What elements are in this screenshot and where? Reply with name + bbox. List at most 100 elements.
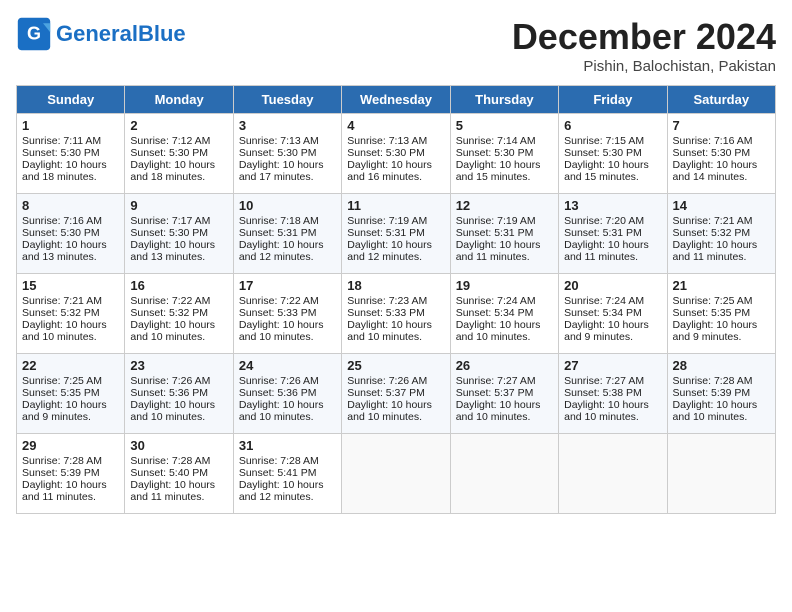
day-number: 3	[239, 118, 336, 133]
sunrise-text: Sunrise: 7:17 AM	[130, 215, 210, 227]
sunrise-text: Sunrise: 7:21 AM	[22, 295, 102, 307]
sunset-text: Sunset: 5:38 PM	[564, 387, 642, 399]
sunset-text: Sunset: 5:34 PM	[456, 307, 534, 319]
sunset-text: Sunset: 5:31 PM	[564, 227, 642, 239]
daylight-label: Daylight: 10 hours and 10 minutes.	[239, 399, 324, 423]
table-row: 29Sunrise: 7:28 AMSunset: 5:39 PMDayligh…	[17, 434, 125, 514]
day-number: 24	[239, 358, 336, 373]
day-number: 22	[22, 358, 119, 373]
sunrise-text: Sunrise: 7:28 AM	[673, 375, 753, 387]
table-row: 15 Sunrise: 7:21 AMSunset: 5:32 PMDayligh…	[17, 274, 125, 354]
table-row: 13Sunrise: 7:20 AMSunset: 5:31 PMDayligh…	[559, 194, 667, 274]
sunset-text: Sunset: 5:34 PM	[564, 307, 642, 319]
sunrise-text: Sunrise: 7:13 AM	[239, 135, 319, 147]
calendar-table: Sunday Monday Tuesday Wednesday Thursday…	[16, 85, 776, 514]
col-thursday: Thursday	[450, 86, 558, 114]
daylight-label: Daylight: 10 hours and 10 minutes.	[239, 319, 324, 343]
sunrise-text: Sunrise: 7:14 AM	[456, 135, 536, 147]
sunset-text: Sunset: 5:39 PM	[673, 387, 751, 399]
location: Pishin, Balochistan, Pakistan	[512, 58, 776, 75]
daylight-label: Daylight: 10 hours and 18 minutes.	[22, 159, 107, 183]
sunrise-text: Sunrise: 7:16 AM	[673, 135, 753, 147]
table-row: 22Sunrise: 7:25 AMSunset: 5:35 PMDayligh…	[17, 354, 125, 434]
day-number: 8	[22, 198, 119, 213]
daylight-label: Daylight: 10 hours and 10 minutes.	[22, 319, 107, 343]
daylight-label: Daylight: 10 hours and 14 minutes.	[673, 159, 758, 183]
page-header: G GeneralBlue December 2024 Pishin, Balo…	[16, 16, 776, 75]
daylight-label: Daylight: 10 hours and 10 minutes.	[130, 399, 215, 423]
sunrise-text: Sunrise: 7:23 AM	[347, 295, 427, 307]
sunrise-text: Sunrise: 7:13 AM	[347, 135, 427, 147]
daylight-label: Daylight: 10 hours and 10 minutes.	[673, 399, 758, 423]
day-number: 1	[22, 118, 119, 133]
table-row: 2Sunrise: 7:12 AMSunset: 5:30 PMDaylight…	[125, 114, 233, 194]
logo: G GeneralBlue	[16, 16, 186, 52]
sunset-text: Sunset: 5:30 PM	[130, 227, 208, 239]
day-number: 17	[239, 278, 336, 293]
sunset-text: Sunset: 5:41 PM	[239, 467, 317, 479]
day-number: 29	[22, 438, 119, 453]
daylight-label: Daylight: 10 hours and 11 minutes.	[22, 479, 107, 503]
day-number: 31	[239, 438, 336, 453]
sunrise-text: Sunrise: 7:27 AM	[456, 375, 536, 387]
sunrise-text: Sunrise: 7:28 AM	[239, 455, 319, 467]
sunrise-text: Sunrise: 7:26 AM	[239, 375, 319, 387]
daylight-label: Daylight: 10 hours and 17 minutes.	[239, 159, 324, 183]
calendar-body: 1Sunrise: 7:11 AMSunset: 5:30 PMDaylight…	[17, 114, 776, 514]
daylight-label: Daylight: 10 hours and 11 minutes.	[673, 239, 758, 263]
weekday-header-row: Sunday Monday Tuesday Wednesday Thursday…	[17, 86, 776, 114]
sunset-text: Sunset: 5:30 PM	[347, 147, 425, 159]
day-number: 4	[347, 118, 444, 133]
sunset-text: Sunset: 5:37 PM	[347, 387, 425, 399]
sunrise-text: Sunrise: 7:12 AM	[130, 135, 210, 147]
table-row: 28Sunrise: 7:28 AMSunset: 5:39 PMDayligh…	[667, 354, 775, 434]
daylight-label: Daylight: 10 hours and 16 minutes.	[347, 159, 432, 183]
sunset-text: Sunset: 5:30 PM	[22, 147, 100, 159]
table-row: 23Sunrise: 7:26 AMSunset: 5:36 PMDayligh…	[125, 354, 233, 434]
day-number: 15	[22, 278, 119, 293]
sunrise-text: Sunrise: 7:26 AM	[347, 375, 427, 387]
sunset-text: Sunset: 5:36 PM	[130, 387, 208, 399]
day-number: 30	[130, 438, 227, 453]
sunrise-text: Sunrise: 7:18 AM	[239, 215, 319, 227]
table-row: 10Sunrise: 7:18 AMSunset: 5:31 PMDayligh…	[233, 194, 341, 274]
table-row: 26Sunrise: 7:27 AMSunset: 5:37 PMDayligh…	[450, 354, 558, 434]
day-number: 19	[456, 278, 553, 293]
calendar-week-row: 1Sunrise: 7:11 AMSunset: 5:30 PMDaylight…	[17, 114, 776, 194]
daylight-label: Daylight: 10 hours and 10 minutes.	[130, 319, 215, 343]
table-row: 14Sunrise: 7:21 AMSunset: 5:32 PMDayligh…	[667, 194, 775, 274]
sunrise-text: Sunrise: 7:15 AM	[564, 135, 644, 147]
sunset-text: Sunset: 5:32 PM	[22, 307, 100, 319]
day-number: 27	[564, 358, 661, 373]
day-number: 16	[130, 278, 227, 293]
table-row: 4 Sunrise: 7:13 AMSunset: 5:30 PMDaylight…	[342, 114, 450, 194]
daylight-label: Daylight: 10 hours and 9 minutes.	[22, 399, 107, 423]
table-row	[342, 434, 450, 514]
daylight-label: Daylight: 10 hours and 10 minutes.	[456, 319, 541, 343]
table-row: 21Sunrise: 7:25 AMSunset: 5:35 PMDayligh…	[667, 274, 775, 354]
sunset-text: Sunset: 5:36 PM	[239, 387, 317, 399]
sunrise-text: Sunrise: 7:22 AM	[130, 295, 210, 307]
col-sunday: Sunday	[17, 86, 125, 114]
sunrise-text: Sunrise: 7:20 AM	[564, 215, 644, 227]
day-number: 9	[130, 198, 227, 213]
daylight-label: Daylight: 10 hours and 10 minutes.	[456, 399, 541, 423]
sunset-text: Sunset: 5:40 PM	[130, 467, 208, 479]
day-number: 20	[564, 278, 661, 293]
daylight-label: Daylight: 10 hours and 13 minutes.	[22, 239, 107, 263]
table-row: 31 Sunrise: 7:28 AMSunset: 5:41 PMDayligh…	[233, 434, 341, 514]
col-monday: Monday	[125, 86, 233, 114]
table-row: 25Sunrise: 7:26 AMSunset: 5:37 PMDayligh…	[342, 354, 450, 434]
sunrise-text: Sunrise: 7:19 AM	[456, 215, 536, 227]
daylight-label: Daylight: 10 hours and 12 minutes.	[239, 479, 324, 503]
daylight-label: Daylight: 10 hours and 12 minutes.	[239, 239, 324, 263]
daylight-label: Daylight: 10 hours and 15 minutes.	[456, 159, 541, 183]
day-number: 13	[564, 198, 661, 213]
sunset-text: Sunset: 5:30 PM	[456, 147, 534, 159]
table-row	[667, 434, 775, 514]
sunrise-text: Sunrise: 7:28 AM	[22, 455, 102, 467]
daylight-label: Daylight: 10 hours and 10 minutes.	[564, 399, 649, 423]
sunrise-text: Sunrise: 7:16 AM	[22, 215, 102, 227]
sunrise-text: Sunrise: 7:26 AM	[130, 375, 210, 387]
daylight-label: Daylight: 10 hours and 11 minutes.	[456, 239, 541, 263]
